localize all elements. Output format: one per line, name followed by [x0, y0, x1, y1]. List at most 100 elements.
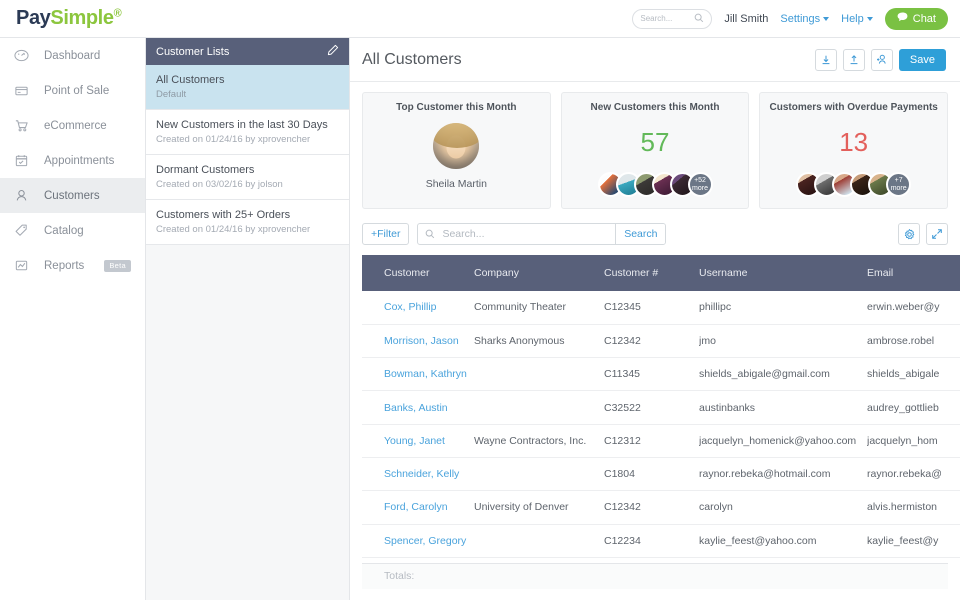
summary-cards: Top Customer this Month Sheila Martin Ne… — [350, 82, 960, 209]
beta-badge: Beta — [104, 259, 131, 272]
sidebar-item-dashboard[interactable]: Dashboard — [0, 38, 145, 73]
page-title: All Customers — [362, 50, 462, 68]
card-overdue-payments: Customers with Overdue Payments 13 +7 mo… — [759, 92, 949, 209]
column-header-customer[interactable]: Customer — [362, 255, 474, 291]
cell-customer-number: C11345 — [604, 357, 699, 392]
download-icon[interactable] — [814, 48, 837, 71]
table-row[interactable]: Banks, Austin C32522 austinbanks audrey_… — [362, 390, 960, 425]
user-name-label: Jill Smith — [724, 12, 769, 25]
chat-button[interactable]: Chat — [884, 7, 948, 30]
table-row[interactable]: Bowman, Kathryn C11345 shields_abigale@g… — [362, 357, 960, 392]
sidebar-item-ecommerce[interactable]: eCommerce — [0, 108, 145, 143]
cell-username: jacquelyn_homenick@yahoo.com — [699, 424, 867, 458]
main-navigation-sidebar: Dashboard Point of Sale eCommerce Appoin… — [0, 38, 146, 600]
pencil-icon[interactable] — [327, 44, 339, 59]
customer-link[interactable]: Schneider, Kelly — [384, 468, 459, 480]
gauge-icon — [14, 48, 36, 63]
save-button[interactable]: Save — [898, 48, 946, 71]
header-search-placeholder: Search... — [640, 14, 673, 23]
list-item-subtitle: Created on 01/24/16 by xprovencher — [156, 134, 311, 145]
customers-table-wrapper: Customer Company Customer # Username Ema… — [350, 255, 960, 589]
table-row[interactable]: Cox, Phillip Community Theater C12345 ph… — [362, 291, 960, 325]
sidebar-item-label: Reports — [44, 259, 85, 272]
cell-username: phillipc — [699, 291, 867, 325]
customer-link[interactable]: Young, Janet — [384, 435, 445, 447]
search-button[interactable]: Search — [615, 224, 666, 244]
column-header-username[interactable]: Username — [699, 255, 867, 291]
table-header-row: Customer Company Customer # Username Ema… — [362, 255, 960, 291]
customer-link[interactable]: Banks, Austin — [384, 402, 448, 414]
upload-icon[interactable] — [842, 48, 865, 71]
cell-company: Wayne Contractors, Inc. — [474, 424, 604, 458]
cell-customer[interactable]: Schneider, Kelly — [362, 457, 474, 492]
gear-icon[interactable] — [898, 223, 920, 245]
list-item-subtitle: Created on 03/02/16 by jolson — [156, 179, 283, 190]
avatar-more-badge[interactable]: +52 more — [687, 172, 713, 197]
sidebar-item-point-of-sale[interactable]: Point of Sale — [0, 73, 145, 108]
customer-link[interactable]: Bowman, Kathryn — [384, 368, 467, 380]
cell-customer[interactable]: Morrison, Jason — [362, 324, 474, 359]
cell-customer[interactable]: Banks, Austin — [362, 390, 474, 425]
cell-customer[interactable]: Young, Janet — [362, 424, 474, 458]
table-row[interactable]: Spencer, Gregory C12234 kaylie_feest@yah… — [362, 524, 960, 558]
sidebar-item-reports[interactable]: Reports Beta — [0, 248, 145, 283]
chevron-down-icon — [866, 16, 873, 21]
customers-table: Customer Company Customer # Username Ema… — [362, 255, 960, 558]
column-header-customer-number[interactable]: Customer # — [604, 255, 699, 291]
customer-link[interactable]: Cox, Phillip — [384, 301, 437, 313]
customer-lists-panel: Customer Lists All Customers Default New… — [146, 38, 350, 600]
customer-link[interactable]: Morrison, Jason — [384, 335, 459, 347]
cell-username: kaylie_feest@yahoo.com — [699, 524, 867, 558]
column-header-company[interactable]: Company — [474, 255, 604, 291]
help-menu[interactable]: Help — [841, 13, 873, 25]
paysimple-logo[interactable]: PaySimple® — [16, 7, 122, 30]
cell-customer-number: C12345 — [604, 291, 699, 325]
search-input[interactable] — [435, 224, 616, 244]
customer-link[interactable]: Ford, Carolyn — [384, 501, 448, 513]
header-search-box[interactable]: Search... — [632, 8, 713, 29]
table-row[interactable]: Young, Janet Wayne Contractors, Inc. C12… — [362, 424, 960, 458]
customer-link[interactable]: Spencer, Gregory — [384, 535, 466, 547]
table-row[interactable]: Morrison, Jason Sharks Anonymous C12342 … — [362, 324, 960, 359]
card-title: New Customers this Month — [590, 102, 720, 113]
settings-menu[interactable]: Settings — [780, 13, 830, 25]
list-item[interactable]: Customers with 25+ Orders Created on 01/… — [146, 200, 349, 245]
cart-icon — [14, 118, 36, 133]
list-item[interactable]: Dormant Customers Created on 03/02/16 by… — [146, 155, 349, 200]
list-item[interactable]: New Customers in the last 30 Days Create… — [146, 110, 349, 155]
cell-customer[interactable]: Cox, Phillip — [362, 291, 474, 325]
sidebar-item-label: Catalog — [44, 224, 84, 237]
table-row[interactable]: Ford, Carolyn University of Denver C1234… — [362, 490, 960, 525]
list-item[interactable]: All Customers Default — [146, 65, 349, 110]
person-icon — [14, 188, 36, 203]
cell-customer[interactable]: Ford, Carolyn — [362, 490, 474, 525]
sidebar-item-customers[interactable]: Customers — [0, 178, 145, 213]
calendar-icon — [14, 153, 36, 168]
avatar-more-badge[interactable]: +7 more — [886, 172, 912, 197]
table-row[interactable]: Schneider, Kelly C1804 raynor.rebeka@hot… — [362, 457, 960, 492]
sidebar-item-label: Dashboard — [44, 49, 101, 62]
cell-company: Sharks Anonymous — [474, 324, 604, 359]
expand-icon[interactable] — [926, 223, 948, 245]
cell-company — [474, 357, 604, 392]
cell-customer[interactable]: Bowman, Kathryn — [362, 357, 474, 392]
page-actions: Save — [814, 48, 946, 71]
tag-icon — [14, 223, 36, 238]
cell-customer[interactable]: Spencer, Gregory — [362, 524, 474, 558]
column-header-email[interactable]: Email — [867, 255, 960, 291]
cell-customer-number: C1804 — [604, 457, 699, 492]
add-person-icon[interactable] — [870, 48, 893, 71]
card-title: Customers with Overdue Payments — [769, 102, 938, 113]
sidebar-item-appointments[interactable]: Appointments — [0, 143, 145, 178]
cell-email: alvis.hermiston — [867, 490, 960, 525]
sidebar-item-catalog[interactable]: Catalog — [0, 213, 145, 248]
cell-username: raynor.rebeka@hotmail.com — [699, 457, 867, 492]
cell-customer-number: C32522 — [604, 390, 699, 425]
cell-email: jacquelyn_hom — [867, 424, 960, 458]
toolbar-right-actions — [898, 223, 948, 245]
chat-label: Chat — [912, 12, 936, 25]
customer-lists-title: Customer Lists — [156, 45, 230, 58]
filter-button[interactable]: +Filter — [362, 223, 410, 245]
sidebar-item-label: Point of Sale — [44, 84, 110, 97]
list-item-title: New Customers in the last 30 Days — [156, 119, 328, 131]
